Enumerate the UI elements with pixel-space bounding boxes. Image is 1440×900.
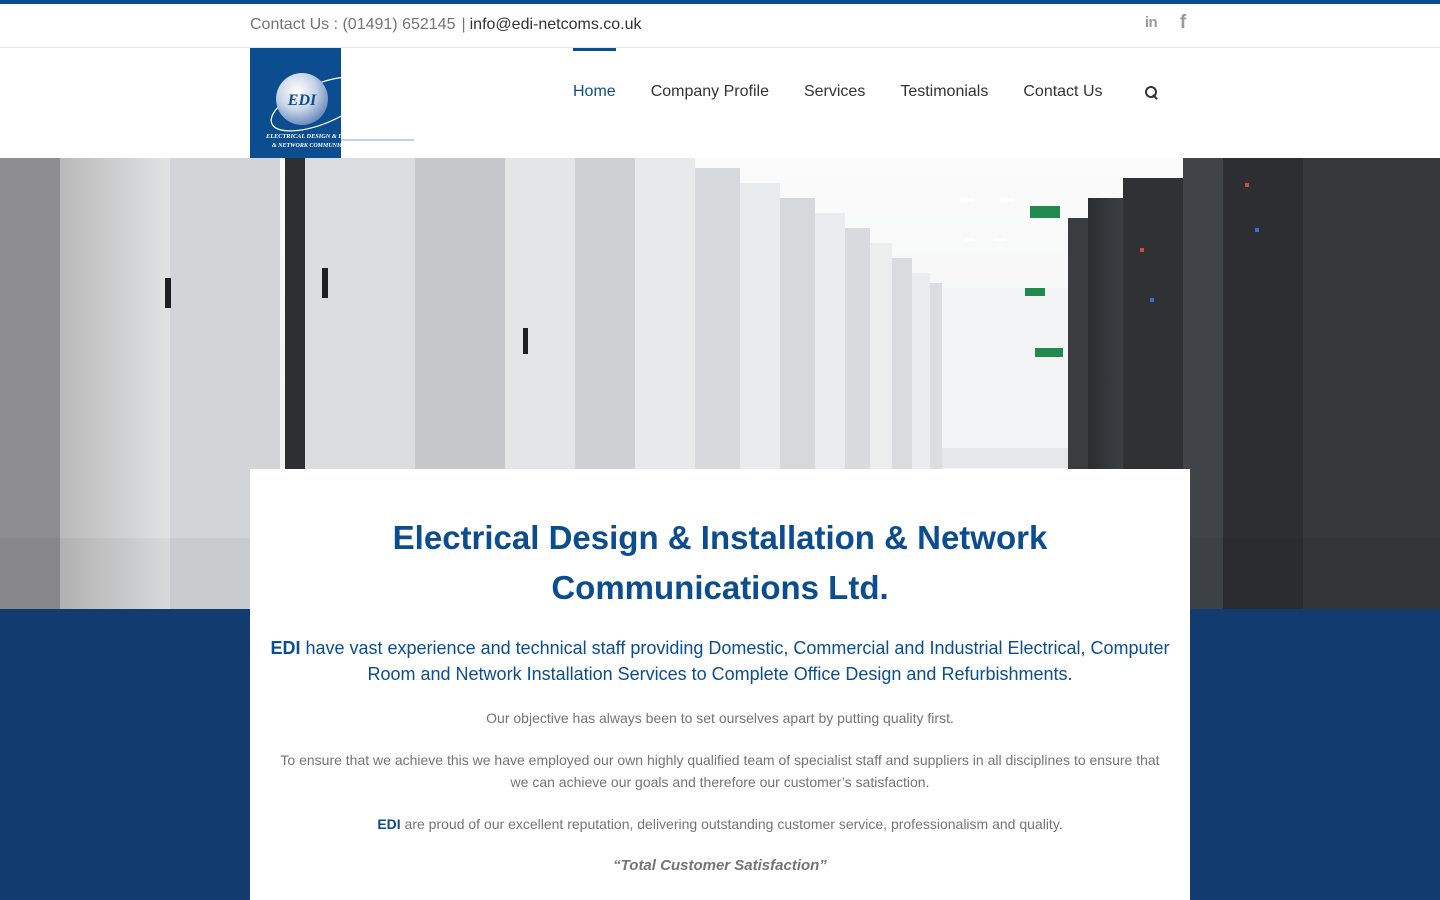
nav-home[interactable]: Home xyxy=(573,48,616,158)
site-logo[interactable]: EDI ELECTRICAL DESIGN & INSTALLATION & N… xyxy=(250,48,416,158)
contact-info: Contact Us : (01491) 652145 | info@edi-net… xyxy=(250,16,642,34)
logo-mark: EDI xyxy=(287,92,317,109)
facebook-icon[interactable]: f xyxy=(1174,12,1192,34)
logo-line-2: & NETWORK COMMUNICATIONS LIMITED xyxy=(272,143,393,149)
linkedin-icon[interactable]: in xyxy=(1142,12,1160,34)
page-title: Electrical Design & Installation & Netwo… xyxy=(392,519,1048,606)
top-bar: Contact Us : (01491) 652145 | info@edi-net… xyxy=(0,4,1440,48)
lead-text: have vast experience and technical staff… xyxy=(300,638,1170,684)
contact-email-link[interactable]: info@edi-netcoms.co.uk xyxy=(470,16,642,33)
search-icon[interactable] xyxy=(1144,85,1160,101)
intro-paragraph-team: To ensure that we achieve this we have e… xyxy=(280,752,1160,790)
intro-paragraph-reputation: EDI are proud of our excellent reputatio… xyxy=(270,813,1170,835)
contact-separator: | xyxy=(461,16,466,33)
nav-testimonials[interactable]: Testimonials xyxy=(900,48,988,158)
nav-company-profile[interactable]: Company Profile xyxy=(651,48,769,158)
intro-card: Electrical Design & Installation & Netwo… xyxy=(250,469,1190,900)
nav-services[interactable]: Services xyxy=(804,48,865,158)
intro-paragraph-objective: Our objective has always been to set our… xyxy=(486,710,954,726)
lead-brand: EDI xyxy=(270,638,301,658)
reputation-brand: EDI xyxy=(377,816,401,832)
nav-contact-us[interactable]: Contact Us xyxy=(1023,48,1102,158)
intro-lead: EDI have vast experience and technical s… xyxy=(270,635,1170,687)
tagline: “Total Customer Satisfaction” xyxy=(613,857,827,874)
logo-graphic: EDI ELECTRICAL DESIGN & INSTALLATION & N… xyxy=(265,73,414,149)
contact-phone: Contact Us : (01491) 652145 xyxy=(250,16,456,33)
reputation-text: are proud of our excellent reputation, d… xyxy=(400,816,1063,832)
site-header: EDI ELECTRICAL DESIGN & INSTALLATION & N… xyxy=(0,48,1440,158)
social-links: in f xyxy=(1142,12,1192,34)
main-nav: Home Company Profile Services Testimonia… xyxy=(573,48,1160,158)
logo-line-1: ELECTRICAL DESIGN & INSTALLATION xyxy=(265,133,384,140)
